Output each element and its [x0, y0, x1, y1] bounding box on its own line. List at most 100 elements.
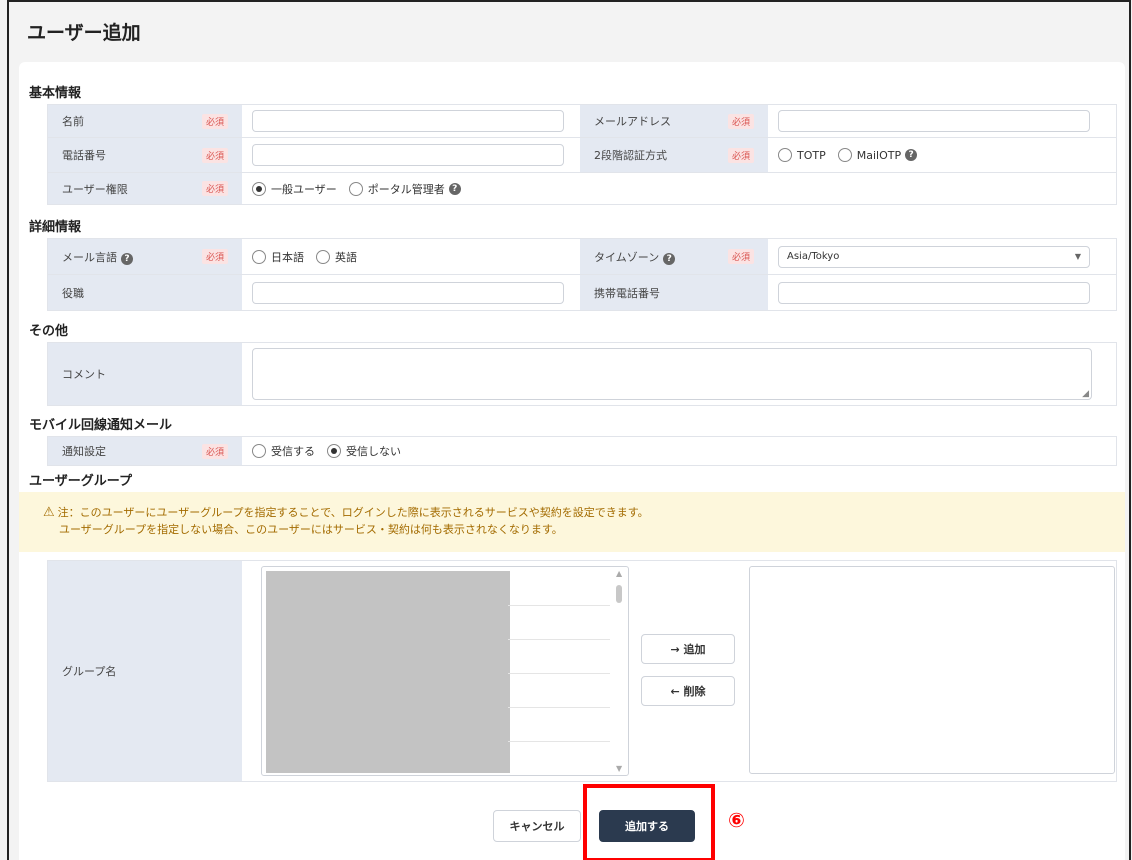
- timezone-label: タイムゾーン: [594, 250, 660, 264]
- role-value-cell: 一般ユーザー ポータル管理者 ?: [242, 173, 1116, 204]
- radio-totp[interactable]: [778, 148, 792, 162]
- twofa-label-cell: 2段階認証方式 必須: [580, 138, 768, 172]
- section-title-detail: 詳細情報: [29, 220, 82, 235]
- row-notify: 通知設定 必須 受信する 受信しない: [47, 436, 1117, 466]
- required-badge: 必須: [201, 249, 228, 264]
- help-icon[interactable]: ?: [905, 149, 918, 161]
- timezone-value-cell: Asia/Tokyo ▼: [768, 239, 1116, 274]
- page-title: ユーザー追加: [27, 22, 141, 44]
- role-label-cell: ユーザー権限 必須: [48, 173, 242, 204]
- mail-lang-option-ja[interactable]: 日本語: [252, 249, 304, 265]
- help-icon[interactable]: ?: [121, 252, 133, 265]
- warning-icon: ⚠: [43, 505, 55, 520]
- notify-value-cell: 受信する 受信しない: [242, 437, 1116, 465]
- section-title-basic: 基本情報: [29, 86, 82, 101]
- comment-textarea[interactable]: ◢: [252, 348, 1092, 400]
- name-input[interactable]: [252, 110, 564, 132]
- position-input[interactable]: [252, 281, 564, 304]
- name-label: 名前: [62, 115, 84, 128]
- list-divider: [508, 673, 610, 674]
- mail-lang-option-en[interactable]: 英語: [316, 249, 357, 265]
- required-badge: 必須: [201, 443, 228, 459]
- section-title-group: ユーザーグループ: [29, 474, 132, 489]
- step-marker: ⑥: [728, 808, 745, 832]
- radio-mailotp[interactable]: [837, 148, 852, 162]
- row-position-mobile: 役職 携帯電話番号: [47, 275, 1117, 311]
- scroll-down-icon[interactable]: ▼: [616, 764, 622, 773]
- section-title-other: その他: [29, 324, 69, 339]
- role-option-general-label: 一般ユーザー: [271, 182, 337, 196]
- help-icon[interactable]: ?: [663, 252, 676, 265]
- timezone-value: Asia/Tokyo: [787, 251, 840, 262]
- notice-line-2: ユーザーグループを指定しない場合、このユーザーにはサービス・契約は何も表示されな…: [59, 523, 563, 536]
- highlight-box: [583, 784, 715, 860]
- twofa-option-totp-label: TOTP: [797, 148, 826, 162]
- resize-handle-icon[interactable]: ◢: [1082, 389, 1089, 399]
- radio-not-receive[interactable]: [327, 444, 341, 458]
- name-value-cell: [242, 105, 580, 137]
- role-option-admin[interactable]: ポータル管理者 ?: [348, 181, 461, 197]
- notify-option-receive[interactable]: 受信する: [252, 443, 315, 459]
- cancel-button[interactable]: キャンセル: [493, 810, 581, 842]
- notify-option-receive-label: 受信する: [271, 445, 315, 458]
- list-divider: [508, 741, 610, 742]
- form-card: 基本情報 名前 必須 メールアドレス 必須 電話番号 必須 2段階認証方式 必須…: [19, 62, 1125, 860]
- role-option-admin-label: ポータル管理者: [367, 182, 445, 196]
- email-value-cell: [768, 105, 1116, 137]
- mobile-phone-input[interactable]: [778, 281, 1090, 304]
- timezone-label-wrap: タイムゾーン?: [594, 249, 676, 265]
- required-badge: 必須: [727, 147, 754, 163]
- email-label-cell: メールアドレス 必須: [580, 105, 768, 137]
- radio-english[interactable]: [316, 249, 330, 264]
- mail-lang-label: メール言語: [62, 250, 117, 264]
- timezone-label-cell: タイムゾーン? 必須: [580, 239, 768, 274]
- phone-value-cell: [242, 138, 580, 172]
- redacted-area: [266, 571, 510, 773]
- scroll-thumb[interactable]: [616, 585, 622, 603]
- chevron-down-icon: ▼: [1074, 252, 1081, 261]
- mobile-phone-label: 携帯電話番号: [594, 286, 660, 300]
- list-scrollbar[interactable]: ▲ ▼: [612, 567, 628, 775]
- notify-option-not-receive[interactable]: 受信しない: [327, 443, 401, 459]
- radio-japanese[interactable]: [252, 249, 266, 264]
- list-divider: [508, 707, 610, 708]
- twofa-option-mailotp-label: MailOTP: [856, 148, 902, 162]
- twofa-option-totp[interactable]: TOTP: [778, 148, 826, 162]
- required-badge: 必須: [201, 113, 228, 129]
- comment-label: コメント: [62, 368, 106, 381]
- available-groups-list[interactable]: ▲ ▼: [261, 566, 629, 776]
- scroll-up-icon[interactable]: ▲: [616, 569, 622, 578]
- position-label: 役職: [62, 286, 84, 300]
- phone-label: 電話番号: [62, 149, 106, 162]
- list-divider: [508, 639, 610, 640]
- radio-receive[interactable]: [252, 444, 266, 458]
- name-label-cell: 名前 必須: [48, 105, 242, 137]
- notice-line-1-wrap: ⚠ 注：このユーザーにユーザーグループを指定することで、ログインした際に表示される…: [43, 504, 1101, 521]
- mail-lang-option-ja-label: 日本語: [271, 250, 304, 264]
- twofa-option-mailotp[interactable]: MailOTP ?: [837, 148, 918, 162]
- role-option-general[interactable]: 一般ユーザー: [252, 181, 337, 197]
- help-icon[interactable]: ?: [448, 182, 461, 195]
- add-group-button[interactable]: → 追加: [641, 634, 735, 664]
- position-label-cell: 役職: [48, 275, 242, 310]
- mail-lang-label-wrap: メール言語?: [62, 249, 133, 265]
- row-role: ユーザー権限 必須 一般ユーザー ポータル管理者 ?: [47, 173, 1117, 205]
- notify-label-cell: 通知設定 必須: [48, 437, 242, 465]
- twofa-value-cell: TOTP MailOTP ?: [768, 138, 1116, 172]
- mail-lang-label-cell: メール言語? 必須: [48, 239, 242, 274]
- row-comment: コメント ◢: [47, 342, 1117, 406]
- comment-value-cell: ◢: [242, 343, 1116, 405]
- notify-label: 通知設定: [62, 445, 106, 458]
- radio-general-user[interactable]: [252, 181, 266, 196]
- remove-group-button[interactable]: ← 削除: [641, 676, 735, 706]
- phone-input[interactable]: [252, 144, 564, 166]
- required-badge: 必須: [727, 249, 754, 264]
- selected-groups-list[interactable]: [749, 566, 1115, 774]
- section-title-mobile: モバイル回線通知メール: [29, 418, 173, 433]
- group-notice: ⚠ 注：このユーザーにユーザーグループを指定することで、ログインした際に表示される…: [19, 492, 1125, 552]
- radio-portal-admin[interactable]: [348, 181, 363, 196]
- comment-label-cell: コメント: [48, 343, 242, 405]
- timezone-select[interactable]: Asia/Tokyo ▼: [778, 245, 1090, 268]
- required-badge: 必須: [201, 181, 228, 196]
- email-input[interactable]: [778, 110, 1090, 132]
